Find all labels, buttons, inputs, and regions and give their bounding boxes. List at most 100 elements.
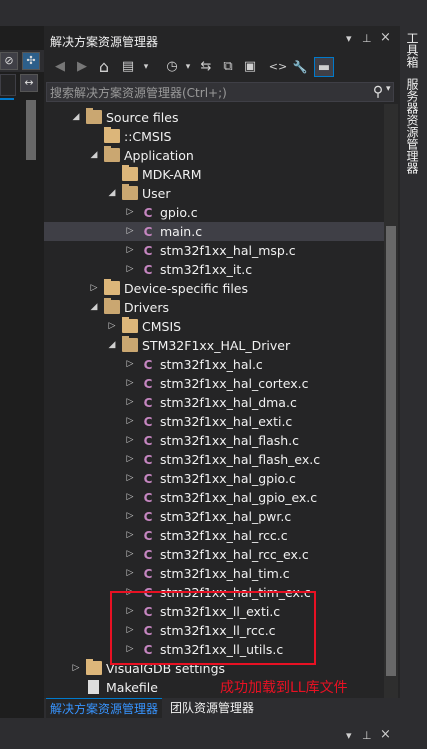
tree-folder-item[interactable]: ▷ CMSIS	[44, 317, 384, 336]
tree-item-label: stm32f1xx_hal_exti.c	[160, 414, 293, 429]
expand-arrow-icon[interactable]: ▷	[88, 279, 100, 298]
collapse-arrow-icon[interactable]: ◢	[106, 336, 118, 355]
tree-file-item[interactable]: ▷ Cstm32f1xx_hal_msp.c	[44, 241, 384, 260]
tree-file-item[interactable]: ▷ Cstm32f1xx_hal_tim.c	[44, 564, 384, 583]
view-code-icon[interactable]: <>	[268, 57, 288, 77]
tree-folder-item[interactable]: ::CMSIS	[44, 127, 384, 146]
tree-folder-item[interactable]: ▷ Device-specific files	[44, 279, 384, 298]
tab-solution-explorer[interactable]: 解决方案资源管理器	[46, 698, 163, 718]
search-options-icon[interactable]: ▾	[386, 84, 391, 94]
tree-item-label: gpio.c	[160, 205, 198, 220]
expand-arrow-icon[interactable]: ▷	[106, 317, 118, 336]
switch-views-dropdown-icon[interactable]: ▾	[136, 57, 156, 77]
left-scrollbar-thumb[interactable]	[26, 100, 36, 160]
expand-arrow-icon[interactable]: ▷	[124, 374, 136, 393]
folder-open-icon	[122, 336, 138, 352]
search-toggle-icon[interactable]: ✣	[22, 52, 40, 70]
tree-file-item[interactable]: ▷ Cstm32f1xx_hal.c	[44, 355, 384, 374]
tree-file-item[interactable]: ▷ Cstm32f1xx_hal_pwr.c	[44, 507, 384, 526]
folder-open-icon	[104, 298, 120, 314]
expand-arrow-icon[interactable]: ▷	[124, 526, 136, 545]
pin-icon[interactable]: ⊥	[362, 32, 372, 45]
collapse-arrow-icon[interactable]: ◢	[106, 184, 118, 203]
tree-file-item[interactable]: ▷ Cstm32f1xx_hal_dma.c	[44, 393, 384, 412]
tree-file-item[interactable]: ▷ Cgpio.c	[44, 203, 384, 222]
tree-item-label: Makefile	[106, 680, 158, 695]
collapse-all-icon[interactable]: ⧉	[218, 57, 238, 77]
bottom-close-icon[interactable]: ×	[380, 727, 391, 742]
c-file-icon: C	[143, 567, 153, 581]
tree-file-item[interactable]: ▷ Cstm32f1xx_hal_flash_ex.c	[44, 450, 384, 469]
collapse-arrow-icon[interactable]: ◢	[70, 108, 82, 127]
panel-menu-icon[interactable]: ▾	[346, 32, 352, 45]
expand-arrow-icon[interactable]: ▷	[124, 450, 136, 469]
collapse-arrow-icon[interactable]: ◢	[88, 298, 100, 317]
tree-folder-item[interactable]: ◢ STM32F1xx_HAL_Driver	[44, 336, 384, 355]
document-icon	[88, 680, 99, 694]
split-icon[interactable]: ↔	[20, 74, 38, 92]
tree-item-label: CMSIS	[142, 319, 182, 334]
tree-item-label: stm32f1xx_it.c	[160, 262, 253, 277]
expand-arrow-icon[interactable]: ▷	[124, 355, 136, 374]
close-icon[interactable]: ×	[380, 30, 391, 45]
properties-icon[interactable]: 🔧	[290, 57, 310, 77]
tree-file-item[interactable]: ▷ Cstm32f1xx_hal_rcc.c	[44, 526, 384, 545]
expand-arrow-icon[interactable]: ▷	[124, 203, 136, 222]
tree-folder-item[interactable]: ◢ Application	[44, 146, 384, 165]
expand-arrow-icon[interactable]: ▷	[124, 469, 136, 488]
expand-arrow-icon[interactable]: ▷	[124, 260, 136, 279]
tab-server-explorer[interactable]: 服务器资源管理器	[404, 78, 421, 174]
tree-item-label: stm32f1xx_hal_flash.c	[160, 433, 300, 448]
show-all-files-icon[interactable]: ▣	[240, 57, 260, 77]
bottom-pin-icon[interactable]: ⊥	[362, 729, 372, 742]
tree-file-item[interactable]: ▷ Cstm32f1xx_hal_flash.c	[44, 431, 384, 450]
tree-file-item[interactable]: ▷ Cstm32f1xx_it.c	[44, 260, 384, 279]
tree-item-label: stm32f1xx_hal_rcc.c	[160, 528, 288, 543]
annotation-note: 成功加载到LL库文件	[220, 680, 348, 696]
home-icon[interactable]: ⌂	[94, 57, 114, 77]
switch-views-icon[interactable]: ▤	[118, 57, 138, 77]
tree-file-item[interactable]: ▷ Cstm32f1xx_hal_rcc_ex.c	[44, 545, 384, 564]
tab-toolbox[interactable]: 工具箱	[404, 32, 421, 68]
folder-icon	[122, 165, 138, 181]
back-icon[interactable]: ◀	[50, 57, 70, 77]
sync-icon[interactable]: ⇆	[196, 57, 216, 77]
c-file-icon: C	[143, 206, 153, 220]
history-dropdown-icon[interactable]: ▾	[178, 57, 198, 77]
c-file-icon: C	[143, 529, 153, 543]
expand-arrow-icon[interactable]: ▷	[124, 431, 136, 450]
tree-file-item[interactable]: ▷ Cstm32f1xx_hal_cortex.c	[44, 374, 384, 393]
expand-arrow-icon[interactable]: ▷	[124, 507, 136, 526]
left-input[interactable]	[0, 74, 16, 96]
expand-arrow-icon[interactable]: ▷	[124, 564, 136, 583]
tab-team-explorer[interactable]: 团队资源管理器	[166, 698, 258, 718]
c-file-icon: C	[143, 396, 153, 410]
tree-file-item[interactable]: ▷ Cstm32f1xx_hal_exti.c	[44, 412, 384, 431]
forward-icon[interactable]: ▶	[72, 57, 92, 77]
tree-folder-item[interactable]: ◢ Drivers	[44, 298, 384, 317]
c-file-icon: C	[143, 415, 153, 429]
collapse-arrow-icon[interactable]: ◢	[88, 146, 100, 165]
cancel-icon[interactable]: ⊘	[0, 52, 18, 70]
search-icon[interactable]: ⚲	[368, 82, 388, 102]
tree-folder-item[interactable]: ◢ User	[44, 184, 384, 203]
expand-arrow-icon[interactable]: ▷	[124, 412, 136, 431]
c-file-icon: C	[143, 491, 153, 505]
tree-scrollbar-thumb[interactable]	[386, 226, 396, 676]
tree-file-item[interactable]: ▷ Cstm32f1xx_hal_gpio.c	[44, 469, 384, 488]
tree-folder-item[interactable]: MDK-ARM	[44, 165, 384, 184]
tree-item-label: stm32f1xx_hal_gpio.c	[160, 471, 296, 486]
tree-item-label: Drivers	[124, 300, 169, 315]
expand-arrow-icon[interactable]: ▷	[124, 222, 136, 241]
expand-arrow-icon[interactable]: ▷	[124, 488, 136, 507]
tree-file-item[interactable]: ▷ Cmain.c	[44, 222, 384, 241]
tree-folder-item[interactable]: ◢ Source files	[44, 108, 384, 127]
tree-file-item[interactable]: ▷ Cstm32f1xx_hal_gpio_ex.c	[44, 488, 384, 507]
expand-arrow-icon[interactable]: ▷	[70, 659, 82, 678]
expand-arrow-icon[interactable]: ▷	[124, 393, 136, 412]
expand-arrow-icon[interactable]: ▷	[124, 545, 136, 564]
expand-arrow-icon[interactable]: ▷	[124, 241, 136, 260]
bottom-menu-icon[interactable]: ▾	[346, 729, 352, 742]
c-file-icon: C	[143, 225, 153, 239]
preview-icon[interactable]: ▬	[314, 57, 334, 77]
